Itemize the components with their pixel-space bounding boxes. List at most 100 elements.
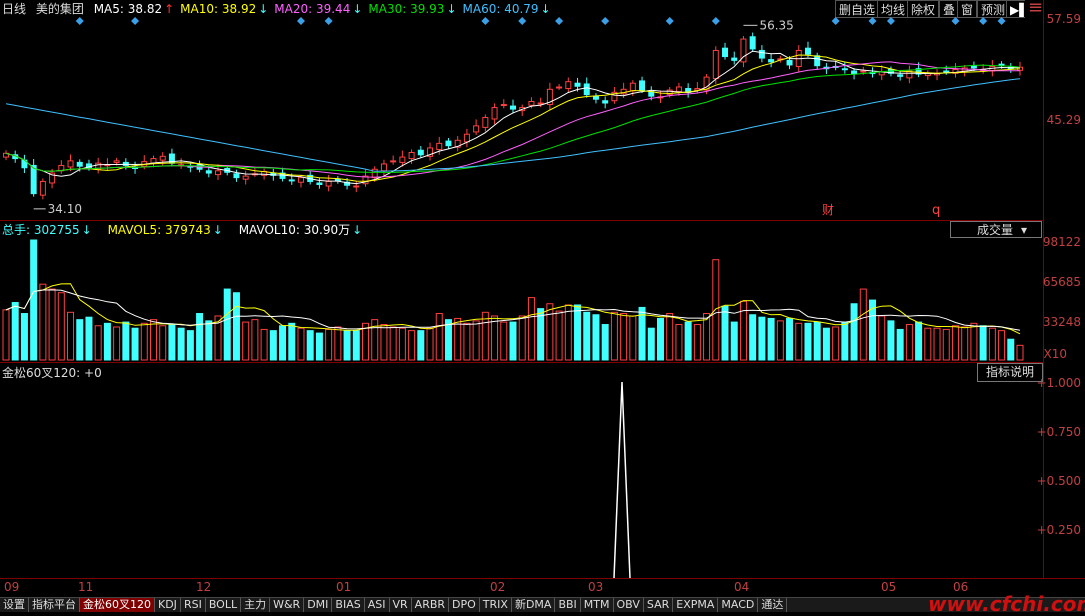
signal-diamond xyxy=(601,17,610,25)
candle-body xyxy=(768,59,775,63)
ma20-line xyxy=(5,61,1020,178)
candle-body xyxy=(242,175,249,180)
candle-body xyxy=(325,180,332,187)
volume-bar xyxy=(822,327,830,361)
candle-body xyxy=(556,86,563,89)
tab-17[interactable]: MTM xyxy=(581,598,614,612)
tab-11[interactable]: VR xyxy=(390,598,412,612)
tab-10[interactable]: ASI xyxy=(365,598,390,612)
signal-diamond xyxy=(886,17,895,25)
tab-12[interactable]: ARBR xyxy=(412,598,450,612)
candle-body xyxy=(159,155,166,161)
volume-bar xyxy=(693,324,701,361)
tab-16[interactable]: BBI xyxy=(555,598,581,612)
candle-body xyxy=(675,86,682,93)
tab-13[interactable]: DPO xyxy=(449,598,480,612)
volume-bar xyxy=(444,319,452,361)
finance-marker: 财 xyxy=(822,203,834,217)
tab-8[interactable]: DMI xyxy=(304,598,333,612)
candle-body xyxy=(353,185,360,188)
vol-unit-label: X10 xyxy=(1043,347,1068,361)
tab-19[interactable]: SAR xyxy=(644,598,674,612)
candle-body xyxy=(30,164,37,195)
ind-y-label-3: +0.500 xyxy=(1036,474,1081,488)
volume-bar xyxy=(684,321,692,361)
tab-21[interactable]: MACD xyxy=(718,598,759,612)
candle-body xyxy=(629,82,636,92)
kline-chart[interactable]: 56.35 34.10 财 q xyxy=(0,0,1043,578)
volume-bar xyxy=(39,283,47,361)
signal-diamond xyxy=(324,17,333,25)
volume-bar xyxy=(269,330,277,361)
tab-14[interactable]: TRIX xyxy=(480,598,512,612)
indicator-tabs: 设置 指标平台 金松60叉120 KDJ RSI BOLL 主力 W&R DMI BIAS ASI V… xyxy=(0,597,1085,612)
volume-bar xyxy=(721,305,729,361)
volume-bar xyxy=(472,320,480,361)
volume-bar xyxy=(878,315,886,361)
y-axis-line xyxy=(1043,0,1044,578)
volume-bar xyxy=(11,302,19,361)
volume-bar xyxy=(666,313,674,361)
tab-2[interactable]: 金松60叉120 xyxy=(80,598,155,612)
candle-body xyxy=(970,65,977,69)
volume-bar xyxy=(85,316,93,361)
signal-diamond xyxy=(131,17,140,25)
volume-bar xyxy=(546,303,554,361)
tab-1[interactable]: 指标平台 xyxy=(29,598,80,612)
volume-bar xyxy=(131,327,139,361)
watermark: www.cfchi.com xyxy=(928,592,1085,616)
volume-bar xyxy=(288,322,296,361)
signal-diamond xyxy=(997,17,1006,25)
signal-diamond xyxy=(481,17,490,25)
signal-diamond xyxy=(75,17,84,25)
volume-bar xyxy=(527,297,535,361)
volume-bar xyxy=(426,327,434,361)
candle-body xyxy=(786,59,793,66)
tab-20[interactable]: EXPMA xyxy=(673,598,719,612)
tab-0[interactable]: 设置 xyxy=(0,598,29,612)
candle-body xyxy=(758,49,765,59)
candle-body xyxy=(463,133,470,143)
tab-5[interactable]: BOLL xyxy=(206,598,242,612)
signal-diamond xyxy=(831,17,840,25)
candle-body xyxy=(233,173,240,179)
volume-bar xyxy=(804,322,812,361)
volume-bar xyxy=(915,321,923,361)
candle-body xyxy=(334,178,341,182)
volume-bar xyxy=(306,330,314,361)
candle-body xyxy=(436,142,443,150)
volume-bar xyxy=(601,324,609,361)
volume-bar xyxy=(48,288,56,361)
volume-bar xyxy=(703,313,711,361)
tab-22[interactable]: 通达 xyxy=(758,598,788,612)
candle-body xyxy=(205,170,212,174)
volume-bar xyxy=(297,327,305,361)
tab-18[interactable]: OBV xyxy=(614,598,644,612)
volume-bar xyxy=(242,321,250,361)
tab-9[interactable]: BIAS xyxy=(332,598,365,612)
candle-body xyxy=(592,95,599,100)
volume-bar xyxy=(149,319,157,361)
candle-body xyxy=(851,70,858,75)
tab-15[interactable]: 新DMA xyxy=(512,598,556,612)
candle-body xyxy=(722,47,729,58)
volume-bar xyxy=(749,314,757,361)
tab-7[interactable]: W&R xyxy=(270,598,305,612)
tab-3[interactable]: KDJ xyxy=(155,598,181,612)
volume-bar xyxy=(57,292,65,361)
volume-bar xyxy=(675,324,683,361)
volume-bar xyxy=(647,327,655,361)
volume-bar xyxy=(518,315,526,361)
volume-bar xyxy=(1016,344,1024,361)
signal-diamond xyxy=(868,17,877,25)
candle-body xyxy=(113,160,120,163)
candle-body xyxy=(749,36,756,50)
ma60-line xyxy=(5,78,1021,172)
tab-4[interactable]: RSI xyxy=(181,598,206,612)
tab-6[interactable]: 主力 xyxy=(241,598,271,612)
volume-bar xyxy=(67,311,75,361)
volume-bar xyxy=(205,320,213,361)
price-y-label-top: 57.59 xyxy=(1046,12,1081,26)
volume-bar xyxy=(970,322,978,361)
candle-body xyxy=(67,160,74,168)
